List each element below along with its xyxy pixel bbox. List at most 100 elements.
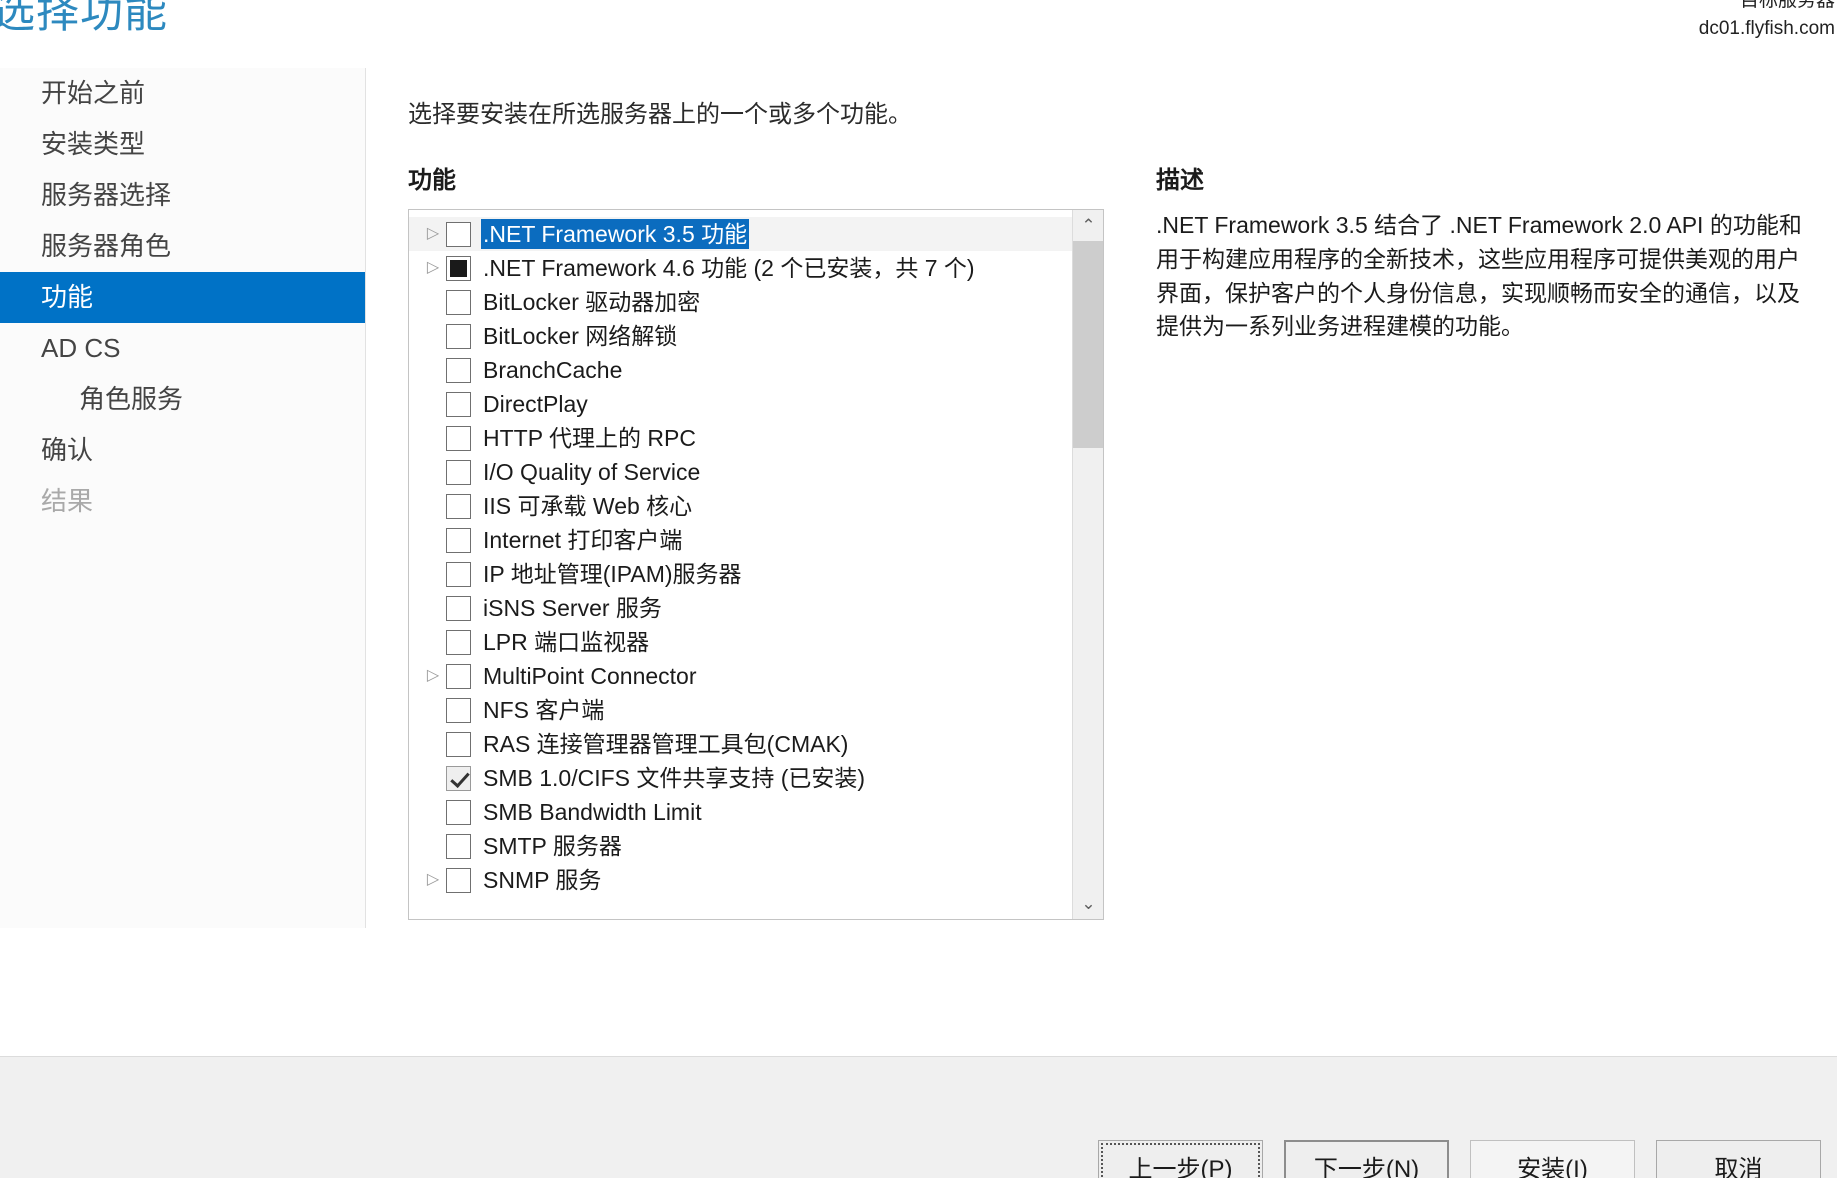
twisty-spacer: ▷ — [420, 294, 446, 310]
chevron-right-icon[interactable]: ▷ — [420, 872, 446, 888]
feature-row[interactable]: ▷ MultiPoint Connector — [409, 659, 1073, 693]
twisty-spacer: ▷ — [420, 498, 446, 514]
twisty-spacer: ▷ — [420, 328, 446, 344]
chevron-right-icon[interactable]: ▷ — [420, 260, 446, 276]
feature-description-text: ​.NET Framework 3.5 结合了 .NET Framework 2… — [1156, 212, 1802, 340]
feature-checkbox[interactable] — [446, 323, 471, 349]
wizard-button-1[interactable]: 下一步(N) — [1284, 1140, 1449, 1178]
feature-checkbox[interactable] — [446, 391, 471, 417]
feature-label: LPR 端口监视器 — [483, 628, 650, 655]
feature-checkbox[interactable] — [446, 799, 471, 825]
sidebar-item-4[interactable]: 功能 — [0, 272, 365, 323]
feature-row[interactable]: ▷ BitLocker 网络解锁 — [409, 319, 1073, 353]
feature-label: IP 地址管理(IPAM)服务器 — [483, 560, 742, 587]
feature-checkbox[interactable] — [446, 357, 471, 383]
feature-row[interactable]: ▷ DirectPlay — [409, 387, 1073, 421]
sidebar-item-2[interactable]: 服务器选择 — [0, 170, 365, 221]
twisty-spacer: ▷ — [420, 566, 446, 582]
features-listbox[interactable]: ▷ .NET Framework 3.5 功能 ▷ .NET Framework 4.… — [408, 209, 1104, 920]
wizard-button-0[interactable]: 上一步(P) — [1098, 1140, 1263, 1178]
feature-label: NFS 客户端 — [483, 696, 605, 723]
sidebar-item-3[interactable]: 服务器角色 — [0, 221, 365, 272]
chevron-right-icon[interactable]: ▷ — [420, 226, 446, 242]
feature-row[interactable]: ▷ IP 地址管理(IPAM)服务器 — [409, 557, 1073, 591]
feature-row[interactable]: ▷ BitLocker 驱动器加密 — [409, 285, 1073, 319]
feature-row[interactable]: ▷ LPR 端口监视器 — [409, 625, 1073, 659]
feature-label: .NET Framework 4.6 功能 (2 个已安装，共 7 个) — [483, 254, 975, 281]
description-heading: 描述 — [1156, 167, 1204, 194]
feature-checkbox[interactable] — [446, 697, 471, 723]
feature-checkbox[interactable] — [446, 765, 471, 791]
feature-row[interactable]: ▷ NFS 客户端 — [409, 693, 1073, 727]
feature-row[interactable]: ▷ .NET Framework 3.5 功能 — [409, 217, 1073, 251]
sidebar-item-1[interactable]: 安装类型 — [0, 119, 365, 170]
feature-label: IIS 可承载 Web 核心 — [483, 492, 693, 519]
twisty-spacer: ▷ — [420, 430, 446, 446]
feature-checkbox[interactable] — [446, 629, 471, 655]
sidebar-item-label: 角色服务 — [79, 384, 184, 414]
main-content: 选择要安装在所选服务器上的一个或多个功能。 功能 描述 ▷ .NET Framew… — [367, 68, 1837, 928]
feature-checkbox[interactable] — [446, 527, 471, 553]
scrollbar-thumb[interactable] — [1073, 241, 1103, 448]
feature-row[interactable]: ▷ SMTP 服务器 — [409, 829, 1073, 863]
feature-label: HTTP 代理上的 RPC — [483, 424, 696, 451]
feature-checkbox[interactable] — [446, 493, 471, 519]
feature-checkbox[interactable] — [446, 425, 471, 451]
features-scrollbar[interactable]: ⌃ ⌄ — [1072, 210, 1103, 919]
twisty-spacer: ▷ — [420, 838, 446, 854]
instruction-text: 选择要安装在所选服务器上的一个或多个功能。 — [408, 101, 912, 128]
feature-checkbox[interactable] — [446, 731, 471, 757]
feature-label: iSNS Server 服务 — [483, 594, 662, 621]
sidebar-item-label: 结果 — [41, 486, 94, 516]
sidebar-item-label: 安装类型 — [41, 129, 146, 159]
target-server-label: 目标服务器 — [1739, 0, 1835, 11]
feature-label: Internet 打印客户端 — [483, 526, 683, 553]
sidebar-item-5[interactable]: AD CS — [0, 323, 365, 374]
features-list[interactable]: ▷ .NET Framework 3.5 功能 ▷ .NET Framework 4.… — [409, 210, 1073, 919]
twisty-spacer: ▷ — [420, 736, 446, 752]
sidebar-item-6[interactable]: 角色服务 — [0, 374, 365, 425]
scroll-down-icon[interactable]: ⌄ — [1073, 888, 1103, 919]
feature-row[interactable]: ▷ SNMP 服务 — [409, 863, 1073, 897]
feature-row[interactable]: ▷ Internet 打印客户端 — [409, 523, 1073, 557]
feature-row[interactable]: ▷ I/O Quality of Service — [409, 455, 1073, 489]
feature-checkbox[interactable] — [446, 561, 471, 587]
feature-row[interactable]: ▷ SMB Bandwidth Limit — [409, 795, 1073, 829]
wizard-button-2[interactable]: 安装(I) — [1470, 1140, 1635, 1178]
add-roles-features-wizard: 选择功能 目标服务器 dc01.flyfish.com 开始之前安装类型服务器选… — [0, 0, 1837, 1178]
feature-label: BitLocker 驱动器加密 — [483, 288, 701, 315]
sidebar-item-7[interactable]: 确认 — [0, 425, 365, 476]
feature-checkbox[interactable] — [446, 833, 471, 859]
twisty-spacer: ▷ — [420, 464, 446, 480]
feature-row[interactable]: ▷ BranchCache — [409, 353, 1073, 387]
wizard-step-sidebar: 开始之前安装类型服务器选择服务器角色功能 AD CS 角色服务确认结果 — [0, 68, 366, 928]
feature-row[interactable]: ▷ .NET Framework 4.6 功能 (2 个已安装，共 7 个) — [409, 251, 1073, 285]
features-heading: 功能 — [408, 167, 456, 194]
sidebar-item-0[interactable]: 开始之前 — [0, 68, 365, 119]
feature-checkbox[interactable] — [446, 221, 471, 247]
feature-row[interactable]: ▷ RAS 连接管理器管理工具包(CMAK) — [409, 727, 1073, 761]
sidebar-item-label: 功能 — [41, 282, 94, 312]
feature-row[interactable]: ▷ IIS 可承载 Web 核心 — [409, 489, 1073, 523]
chevron-right-icon[interactable]: ▷ — [420, 668, 446, 684]
wizard-button-3[interactable]: 取消 — [1656, 1140, 1821, 1178]
feature-row[interactable]: ▷ iSNS Server 服务 — [409, 591, 1073, 625]
twisty-spacer: ▷ — [420, 396, 446, 412]
wizard-button-row: 上一步(P) 下一步(N) 安装(I) 取消 — [1098, 1140, 1821, 1178]
sidebar-item-8[interactable]: 结果 — [0, 476, 365, 527]
feature-row[interactable]: ▷ SMB 1.0/CIFS 文件共享支持 (已安装) — [409, 761, 1073, 795]
sidebar-item-label: 服务器角色 — [41, 231, 172, 261]
feature-checkbox[interactable] — [446, 289, 471, 315]
feature-checkbox[interactable] — [446, 459, 471, 485]
feature-checkbox[interactable] — [446, 255, 471, 281]
twisty-spacer: ▷ — [420, 702, 446, 718]
feature-label: I/O Quality of Service — [483, 458, 701, 485]
target-server-name: dc01.flyfish.com — [1698, 17, 1835, 39]
twisty-spacer: ▷ — [420, 770, 446, 786]
feature-checkbox[interactable] — [446, 867, 471, 893]
feature-checkbox[interactable] — [446, 663, 471, 689]
feature-row[interactable]: ▷ HTTP 代理上的 RPC — [409, 421, 1073, 455]
feature-checkbox[interactable] — [446, 595, 471, 621]
scroll-up-icon[interactable]: ⌃ — [1073, 210, 1103, 241]
wizard-header: 选择功能 目标服务器 dc01.flyfish.com — [0, 0, 1837, 68]
